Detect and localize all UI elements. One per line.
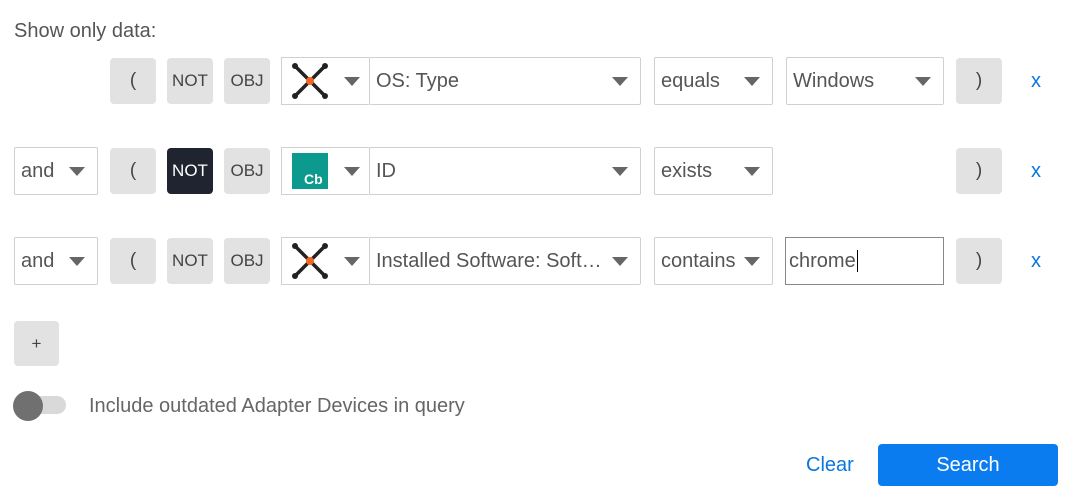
operator-select[interactable]: equals bbox=[654, 57, 773, 105]
operator-select[interactable]: exists bbox=[654, 147, 773, 195]
obj-button[interactable]: OBJ bbox=[224, 238, 270, 284]
close-paren-button[interactable]: ) bbox=[956, 238, 1002, 284]
field-select[interactable]: Installed Software: Software Name bbox=[369, 237, 641, 285]
chevron-down-icon bbox=[344, 256, 360, 266]
conjunction-value: and bbox=[21, 159, 55, 182]
chevron-down-icon bbox=[612, 76, 628, 86]
obj-button[interactable]: OBJ bbox=[224, 148, 270, 194]
clear-button[interactable]: Clear bbox=[806, 454, 854, 477]
open-paren-button[interactable]: ( bbox=[110, 238, 156, 284]
adapter-select[interactable] bbox=[281, 57, 369, 105]
conjunction-select[interactable]: and bbox=[14, 147, 98, 195]
cross-adapter-icon bbox=[290, 241, 330, 281]
adapter-select[interactable]: Cb bbox=[281, 147, 369, 195]
chevron-down-icon bbox=[915, 76, 931, 86]
chevron-down-icon bbox=[612, 256, 628, 266]
value-input-text: chrome bbox=[789, 249, 856, 272]
field-value: ID bbox=[376, 159, 396, 182]
close-paren-button[interactable]: ) bbox=[956, 58, 1002, 104]
remove-row-button[interactable]: x bbox=[1031, 70, 1041, 93]
value-input[interactable]: chrome bbox=[785, 237, 944, 285]
open-paren-button[interactable]: ( bbox=[110, 58, 156, 104]
chevron-down-icon bbox=[344, 76, 360, 86]
open-paren-button[interactable]: ( bbox=[110, 148, 156, 194]
conjunction-value: and bbox=[21, 249, 55, 272]
chevron-down-icon bbox=[69, 256, 85, 266]
field-value: OS: Type bbox=[376, 69, 460, 92]
remove-row-button[interactable]: x bbox=[1031, 250, 1041, 273]
value-text: Windows bbox=[793, 69, 875, 92]
operator-select[interactable]: contains bbox=[654, 237, 773, 285]
not-button[interactable]: NOT bbox=[167, 238, 213, 284]
field-select[interactable]: ID bbox=[369, 147, 641, 195]
chevron-down-icon bbox=[344, 166, 360, 176]
value-select[interactable]: Windows bbox=[786, 57, 944, 105]
chevron-down-icon bbox=[69, 166, 85, 176]
close-paren-button[interactable]: ) bbox=[956, 148, 1002, 194]
text-cursor bbox=[856, 250, 858, 272]
chevron-down-icon bbox=[744, 76, 760, 86]
operator-value: equals bbox=[661, 69, 720, 92]
field-value: Installed Software: Software Name bbox=[376, 249, 612, 272]
query-row-3: and ( NOT OBJ Installed Software: Softwa… bbox=[0, 200, 1071, 310]
obj-button[interactable]: OBJ bbox=[224, 58, 270, 104]
conjunction-select[interactable]: and bbox=[14, 237, 98, 285]
not-button[interactable]: NOT bbox=[167, 148, 213, 194]
query-row-1: ( NOT OBJ OS: Type equals Windows ) x bbox=[0, 0, 1071, 110]
search-button[interactable]: Search bbox=[878, 444, 1058, 486]
operator-value: exists bbox=[661, 159, 713, 182]
cross-adapter-icon bbox=[290, 61, 330, 101]
add-expression-button[interactable]: + bbox=[14, 321, 59, 366]
chevron-down-icon bbox=[744, 166, 760, 176]
outdated-toggle-label: Include outdated Adapter Devices in quer… bbox=[89, 395, 465, 417]
not-button[interactable]: NOT bbox=[167, 58, 213, 104]
adapter-select[interactable] bbox=[281, 237, 369, 285]
carbonblack-adapter-icon: Cb bbox=[290, 151, 330, 191]
operator-value: contains bbox=[661, 249, 736, 272]
chevron-down-icon bbox=[612, 166, 628, 176]
field-select[interactable]: OS: Type bbox=[369, 57, 641, 105]
outdated-toggle-knob[interactable] bbox=[13, 391, 43, 421]
remove-row-button[interactable]: x bbox=[1031, 160, 1041, 183]
chevron-down-icon bbox=[744, 256, 760, 266]
